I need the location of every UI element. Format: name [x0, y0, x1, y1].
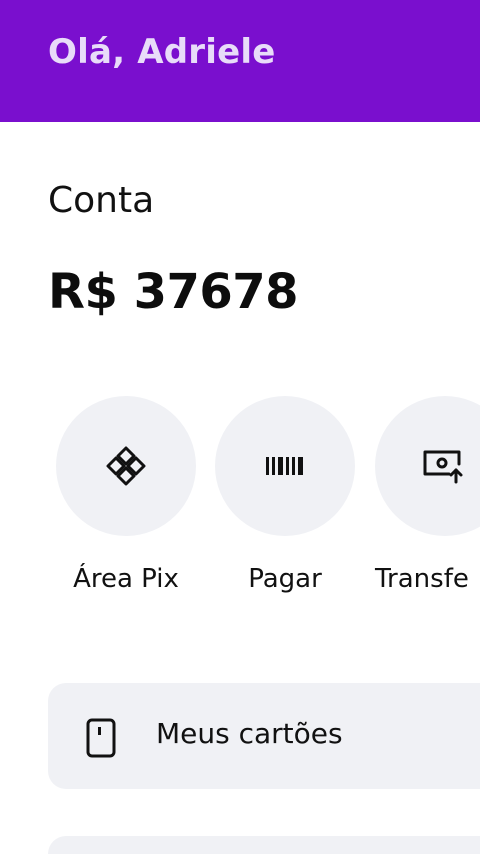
pix-area-circle[interactable] [56, 396, 196, 536]
pix-icon [106, 446, 146, 486]
transfer-label: Transfe [375, 564, 469, 594]
my-cards-label: Meus cartões [156, 717, 343, 750]
app-screen: Olá, Adriele Conta R$ 37678 Área Pix Pag… [0, 0, 480, 854]
account-title[interactable]: Conta [48, 180, 154, 221]
greeting-text: Olá, Adriele [48, 32, 276, 72]
transfer-icon [423, 450, 463, 484]
transfer-circle[interactable] [375, 396, 480, 536]
pix-area-button[interactable]: Área Pix [56, 396, 196, 594]
card-icon [86, 718, 116, 758]
pix-area-label: Área Pix [73, 564, 179, 594]
my-cards-button[interactable]: Meus cartões [48, 683, 480, 789]
transfer-button[interactable]: Transfe [375, 396, 480, 594]
account-balance[interactable]: R$ 37678 [48, 264, 299, 320]
pay-label: Pagar [248, 564, 322, 594]
barcode-icon [266, 457, 303, 475]
pay-button[interactable]: Pagar [215, 396, 355, 594]
header-bar: Olá, Adriele [0, 0, 480, 122]
next-row-card[interactable] [48, 836, 480, 854]
pay-circle[interactable] [215, 396, 355, 536]
